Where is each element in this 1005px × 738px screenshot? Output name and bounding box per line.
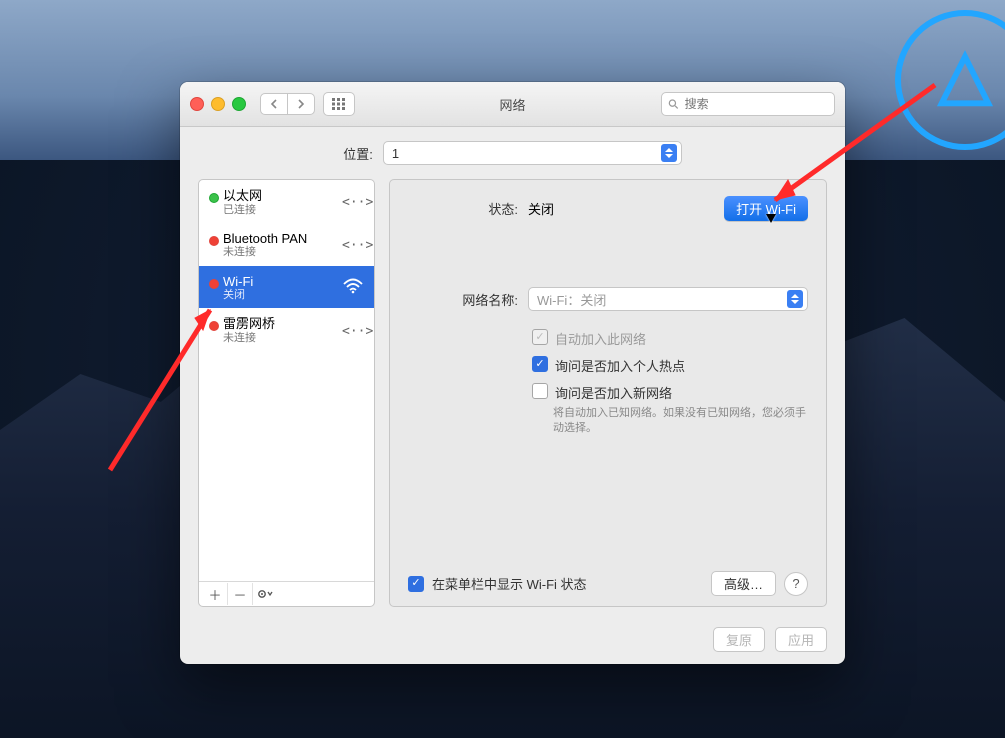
search-icon [668, 98, 679, 110]
location-value: 1 [392, 146, 399, 161]
ask-new-networks-checkbox[interactable] [532, 383, 548, 399]
remove-interface-button[interactable]: － [228, 583, 253, 605]
ethernet-icon: <··> [342, 323, 364, 339]
nav-forward-button[interactable] [287, 94, 314, 114]
revert-button[interactable]: 复原 [713, 627, 765, 652]
sidebar-item-status: 已连接 [223, 204, 338, 217]
show-in-menubar-label: 在菜单栏中显示 Wi-Fi 状态 [432, 574, 587, 593]
open-wifi-button[interactable]: 打开 Wi-Fi [724, 196, 808, 221]
sidebar-item-以太网[interactable]: 以太网已连接 <··> [199, 180, 374, 223]
ethernet-icon: <··> [342, 194, 364, 210]
ethernet-icon: <··> [342, 237, 364, 253]
gear-dropdown-icon [257, 588, 273, 600]
status-dot-icon [209, 321, 219, 331]
details-panel: 状态: 关闭 打开 Wi-Fi 网络名称: Wi-Fi：关闭 ✓ 自动加入此网络 [389, 179, 827, 607]
zoom-icon[interactable] [232, 97, 246, 111]
interface-options-button[interactable] [253, 583, 277, 605]
select-stepper-icon [661, 144, 677, 162]
network-name-label: 网络名称: [408, 290, 518, 309]
chevron-right-icon [297, 99, 305, 109]
add-interface-button[interactable]: ＋ [203, 583, 228, 605]
sidebar-item-title: Wi-Fi [223, 274, 338, 290]
ask-hotspot-label: 询问是否加入个人热点 [555, 356, 685, 375]
status-label: 状态: [408, 199, 518, 218]
sidebar-item-wi-fi[interactable]: Wi-Fi关闭 [199, 266, 374, 309]
sidebar-item-雷雳网桥[interactable]: 雷雳网桥未连接 <··> [199, 308, 374, 351]
network-name-select[interactable]: Wi-Fi：关闭 [528, 287, 808, 311]
interface-sidebar: 以太网已连接<··>Bluetooth PAN未连接<··>Wi-Fi关闭雷雳网… [198, 179, 375, 607]
help-button[interactable]: ? [784, 572, 808, 596]
sidebar-item-status: 未连接 [223, 246, 338, 259]
status-dot-icon [209, 236, 219, 246]
ask-new-networks-label: 询问是否加入新网络 [555, 383, 672, 402]
status-value: 关闭 [528, 199, 554, 218]
network-name-placeholder: Wi-Fi：关闭 [537, 290, 606, 309]
sidebar-item-title: Bluetooth PAN [223, 231, 338, 247]
minimize-icon[interactable] [211, 97, 225, 111]
advanced-button[interactable]: 高级… [711, 571, 776, 596]
sidebar-item-title: 以太网 [223, 188, 338, 204]
auto-join-label: 自动加入此网络 [555, 329, 646, 348]
grid-icon [332, 98, 346, 110]
ask-hotspot-checkbox[interactable]: ✓ [532, 356, 548, 372]
chevron-left-icon [270, 99, 278, 109]
sidebar-item-status: 关闭 [223, 289, 338, 302]
auto-join-checkbox: ✓ [532, 329, 548, 345]
show-in-menubar-checkbox[interactable]: ✓ [408, 576, 424, 592]
search-field[interactable] [661, 92, 835, 116]
footer-buttons: 复原 应用 [180, 619, 845, 664]
location-label: 位置: [343, 144, 373, 163]
sidebar-item-status: 未连接 [223, 332, 338, 345]
apply-button[interactable]: 应用 [775, 627, 827, 652]
logo-badge [895, 10, 1005, 150]
location-select[interactable]: 1 [383, 141, 682, 165]
sidebar-item-title: 雷雳网桥 [223, 316, 338, 332]
network-prefs-window: 网络 位置: 1 以太网已连接<··>Bluetooth PAN未连接<··>W… [180, 82, 845, 664]
wifi-icon [342, 278, 364, 297]
location-row: 位置: 1 [180, 127, 845, 179]
ask-new-networks-hint: 将自动加入已知网络。如果没有已知网络，您必须手动选择。 [553, 406, 808, 437]
nav-back-button[interactable] [261, 94, 287, 114]
status-dot-icon [209, 279, 219, 289]
status-dot-icon [209, 193, 219, 203]
select-stepper-icon [787, 290, 803, 308]
sidebar-item-bluetooth-pan[interactable]: Bluetooth PAN未连接 <··> [199, 223, 374, 266]
titlebar: 网络 [180, 82, 845, 127]
search-input[interactable] [683, 96, 828, 112]
unicorn-icon [930, 45, 1000, 115]
show-all-button[interactable] [323, 92, 355, 116]
close-icon[interactable] [190, 97, 204, 111]
